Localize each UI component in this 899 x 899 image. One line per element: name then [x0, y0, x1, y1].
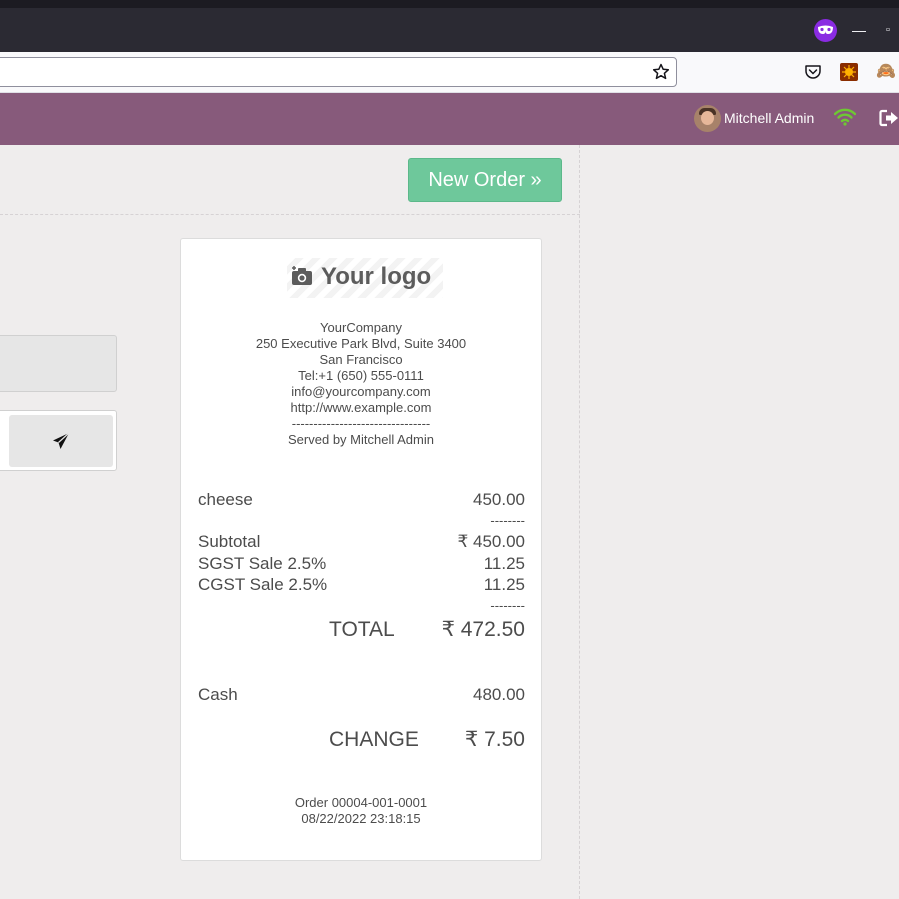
total-value: ₹ 472.50: [441, 618, 525, 641]
orderline-amount: 450.00: [473, 490, 525, 509]
browser-titlebar: [0, 8, 899, 52]
private-mask-icon[interactable]: [814, 19, 837, 42]
send-button[interactable]: [9, 415, 113, 467]
paper-plane-icon: [53, 432, 70, 449]
email-input[interactable]: [0, 335, 117, 392]
order-date: 08/22/2022 23:18:15: [301, 811, 421, 826]
logo-text: Your logo: [321, 263, 432, 290]
window-top-strip: [0, 0, 899, 8]
orderline-name: cheese: [198, 490, 253, 509]
total-label: TOTAL: [329, 618, 395, 641]
change-value: ₹ 7.50: [464, 728, 525, 751]
star-icon[interactable]: [652, 63, 670, 81]
wifi-icon[interactable]: [833, 108, 857, 126]
subtotal-label: Subtotal: [198, 532, 261, 551]
extension-icon[interactable]: [840, 63, 858, 81]
company-email: info@yourcompany.com: [291, 384, 431, 399]
payment-method: Cash: [198, 685, 238, 704]
company-address: 250 Executive Park Blvd, Suite 3400: [255, 336, 467, 351]
tax-amount: 11.25: [483, 575, 525, 594]
order-reference: Order 00004-001-0001: [294, 795, 428, 810]
company-name: YourCompany: [320, 320, 402, 335]
camera-icon: [291, 265, 313, 287]
monkey-extension-icon[interactable]: 🙈: [876, 62, 896, 82]
header-separator: [0, 214, 580, 215]
served-by: Served by Mitchell Admin: [288, 432, 434, 447]
tax-label: SGST Sale 2.5%: [198, 554, 327, 573]
url-bar[interactable]: [0, 57, 677, 87]
minimize-icon[interactable]: —: [852, 18, 866, 42]
subtotal-value: ₹ 450.00: [457, 532, 525, 551]
maximize-icon[interactable]: ▫: [886, 18, 899, 42]
pocket-icon[interactable]: [804, 63, 822, 81]
payment-amount: 480.00: [473, 685, 525, 704]
company-city: San Francisco: [319, 352, 403, 367]
tax-amount: 11.25: [483, 554, 525, 573]
logout-icon[interactable]: [879, 109, 899, 127]
company-website: http://www.example.com: [290, 400, 432, 415]
company-phone: Tel:+1 (650) 555-0111: [298, 368, 424, 383]
header-divider: --------------------------------: [291, 416, 431, 431]
tax-label: CGST Sale 2.5%: [198, 575, 328, 594]
change-label: CHANGE: [329, 728, 419, 751]
totals-divider: --------: [490, 598, 525, 613]
user-name[interactable]: Mitchell Admin: [724, 108, 814, 128]
new-order-button[interactable]: New Order »: [408, 158, 562, 202]
avatar[interactable]: [694, 105, 721, 132]
lines-divider: --------: [490, 513, 525, 528]
